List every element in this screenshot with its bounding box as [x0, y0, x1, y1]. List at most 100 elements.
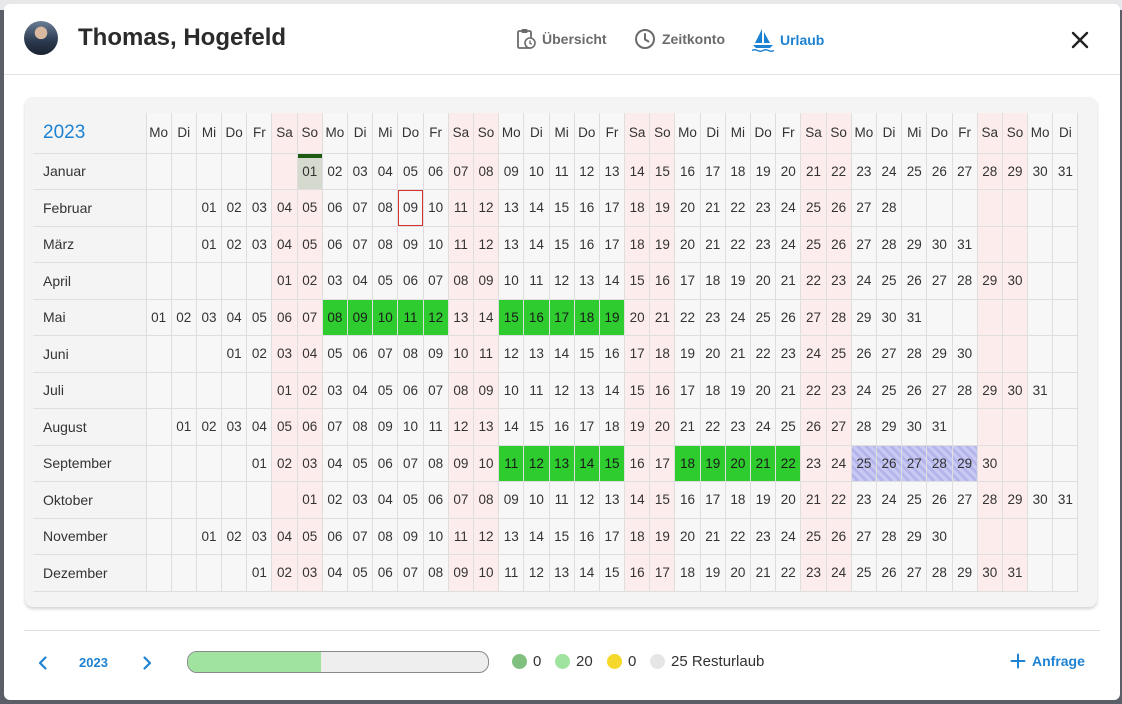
day-cell[interactable]: 18: [725, 153, 752, 190]
day-cell[interactable]: 29: [1002, 481, 1029, 519]
day-cell[interactable]: 27: [826, 408, 852, 446]
day-cell[interactable]: 20: [624, 299, 651, 336]
day-cell[interactable]: 17: [549, 299, 575, 336]
day-cell[interactable]: 13: [599, 153, 626, 190]
day-cell[interactable]: 22: [750, 335, 777, 373]
day-cell[interactable]: 19: [700, 445, 726, 482]
day-cell[interactable]: 02: [221, 518, 248, 555]
day-cell[interactable]: 28: [901, 335, 928, 373]
day-cell[interactable]: 03: [297, 445, 323, 482]
day-cell[interactable]: 11: [549, 153, 575, 190]
day-cell[interactable]: 17: [674, 372, 701, 409]
day-cell[interactable]: 17: [599, 226, 626, 263]
day-cell[interactable]: 01: [196, 518, 223, 555]
day-cell[interactable]: 26: [826, 189, 852, 227]
day-cell[interactable]: 25: [901, 481, 928, 519]
day-cell[interactable]: 30: [1002, 372, 1029, 409]
day-cell[interactable]: 09: [448, 445, 474, 482]
day-cell[interactable]: 07: [322, 408, 349, 446]
day-cell[interactable]: 25: [826, 335, 852, 373]
day-cell[interactable]: 03: [322, 372, 349, 409]
day-cell[interactable]: 07: [397, 445, 424, 482]
day-cell[interactable]: 01: [271, 372, 298, 409]
day-cell[interactable]: 27: [851, 226, 877, 263]
day-cell[interactable]: 16: [624, 445, 651, 482]
day-cell[interactable]: 09: [347, 299, 374, 336]
day-cell[interactable]: 20: [674, 518, 701, 555]
day-cell[interactable]: 07: [397, 554, 424, 592]
day-cell[interactable]: 22: [700, 408, 726, 446]
day-cell[interactable]: 26: [826, 226, 852, 263]
day-cell[interactable]: 25: [876, 262, 903, 300]
close-icon[interactable]: [1068, 28, 1092, 52]
day-cell[interactable]: 04: [372, 481, 399, 519]
day-cell[interactable]: 24: [775, 226, 802, 263]
day-cell[interactable]: 13: [448, 299, 474, 336]
day-cell[interactable]: 27: [876, 335, 903, 373]
day-cell[interactable]: 12: [473, 226, 500, 263]
day-cell[interactable]: 14: [599, 262, 626, 300]
day-cell[interactable]: 01: [196, 189, 223, 227]
day-cell[interactable]: 22: [725, 189, 752, 227]
day-cell[interactable]: 14: [523, 518, 550, 555]
day-cell[interactable]: 09: [498, 481, 525, 519]
day-cell[interactable]: 16: [599, 335, 626, 373]
day-cell[interactable]: 16: [549, 408, 575, 446]
day-cell[interactable]: 03: [221, 408, 248, 446]
day-cell[interactable]: 19: [624, 408, 651, 446]
day-cell[interactable]: 20: [775, 153, 802, 190]
day-cell[interactable]: 24: [876, 481, 903, 519]
day-cell[interactable]: 21: [700, 518, 726, 555]
day-cell[interactable]: 24: [851, 372, 877, 409]
day-cell[interactable]: 09: [423, 335, 449, 373]
day-cell[interactable]: 29: [901, 518, 928, 555]
day-cell[interactable]: 29: [952, 445, 978, 482]
day-cell[interactable]: 09: [397, 226, 424, 263]
day-cell[interactable]: 30: [1027, 153, 1054, 190]
day-cell[interactable]: 05: [347, 445, 374, 482]
day-cell[interactable]: 21: [775, 262, 802, 300]
day-cell[interactable]: 14: [498, 408, 525, 446]
day-cell[interactable]: 15: [624, 372, 651, 409]
day-cell[interactable]: 06: [372, 445, 399, 482]
day-cell[interactable]: 12: [473, 518, 500, 555]
day-cell[interactable]: 23: [826, 262, 852, 300]
day-cell[interactable]: 11: [549, 481, 575, 519]
day-cell[interactable]: 20: [725, 445, 752, 482]
day-cell[interactable]: 13: [498, 226, 525, 263]
day-cell[interactable]: 07: [297, 299, 323, 336]
day-cell[interactable]: 08: [372, 518, 399, 555]
day-cell[interactable]: 22: [674, 299, 701, 336]
day-cell[interactable]: 18: [700, 262, 726, 300]
day-cell[interactable]: 11: [498, 554, 525, 592]
day-cell[interactable]: 04: [322, 445, 349, 482]
day-cell[interactable]: 26: [901, 262, 928, 300]
day-cell[interactable]: 07: [448, 481, 474, 519]
day-cell[interactable]: 29: [901, 226, 928, 263]
day-cell[interactable]: 20: [750, 262, 777, 300]
day-cell[interactable]: 06: [347, 335, 374, 373]
day-cell[interactable]: 14: [549, 335, 575, 373]
day-cell[interactable]: 16: [574, 189, 600, 227]
day-cell[interactable]: 02: [271, 445, 298, 482]
day-cell[interactable]: 30: [1027, 481, 1054, 519]
day-cell[interactable]: 28: [926, 445, 953, 482]
day-cell[interactable]: 08: [347, 408, 374, 446]
day-cell[interactable]: 30: [901, 408, 928, 446]
day-cell[interactable]: 10: [473, 445, 500, 482]
day-cell[interactable]: 13: [549, 554, 575, 592]
day-cell[interactable]: 20: [674, 189, 701, 227]
day-cell[interactable]: 02: [297, 262, 323, 300]
day-cell[interactable]: 28: [876, 189, 903, 227]
day-cell[interactable]: 28: [876, 226, 903, 263]
day-cell[interactable]: 15: [599, 445, 626, 482]
day-cell[interactable]: 29: [952, 554, 978, 592]
day-cell[interactable]: 10: [423, 189, 449, 227]
day-cell[interactable]: 30: [926, 518, 953, 555]
day-cell[interactable]: 05: [297, 518, 323, 555]
day-cell[interactable]: 03: [246, 226, 273, 263]
day-cell[interactable]: 26: [901, 372, 928, 409]
day-cell[interactable]: 05: [297, 226, 323, 263]
day-cell[interactable]: 31: [1052, 153, 1079, 190]
day-cell[interactable]: 22: [826, 481, 852, 519]
